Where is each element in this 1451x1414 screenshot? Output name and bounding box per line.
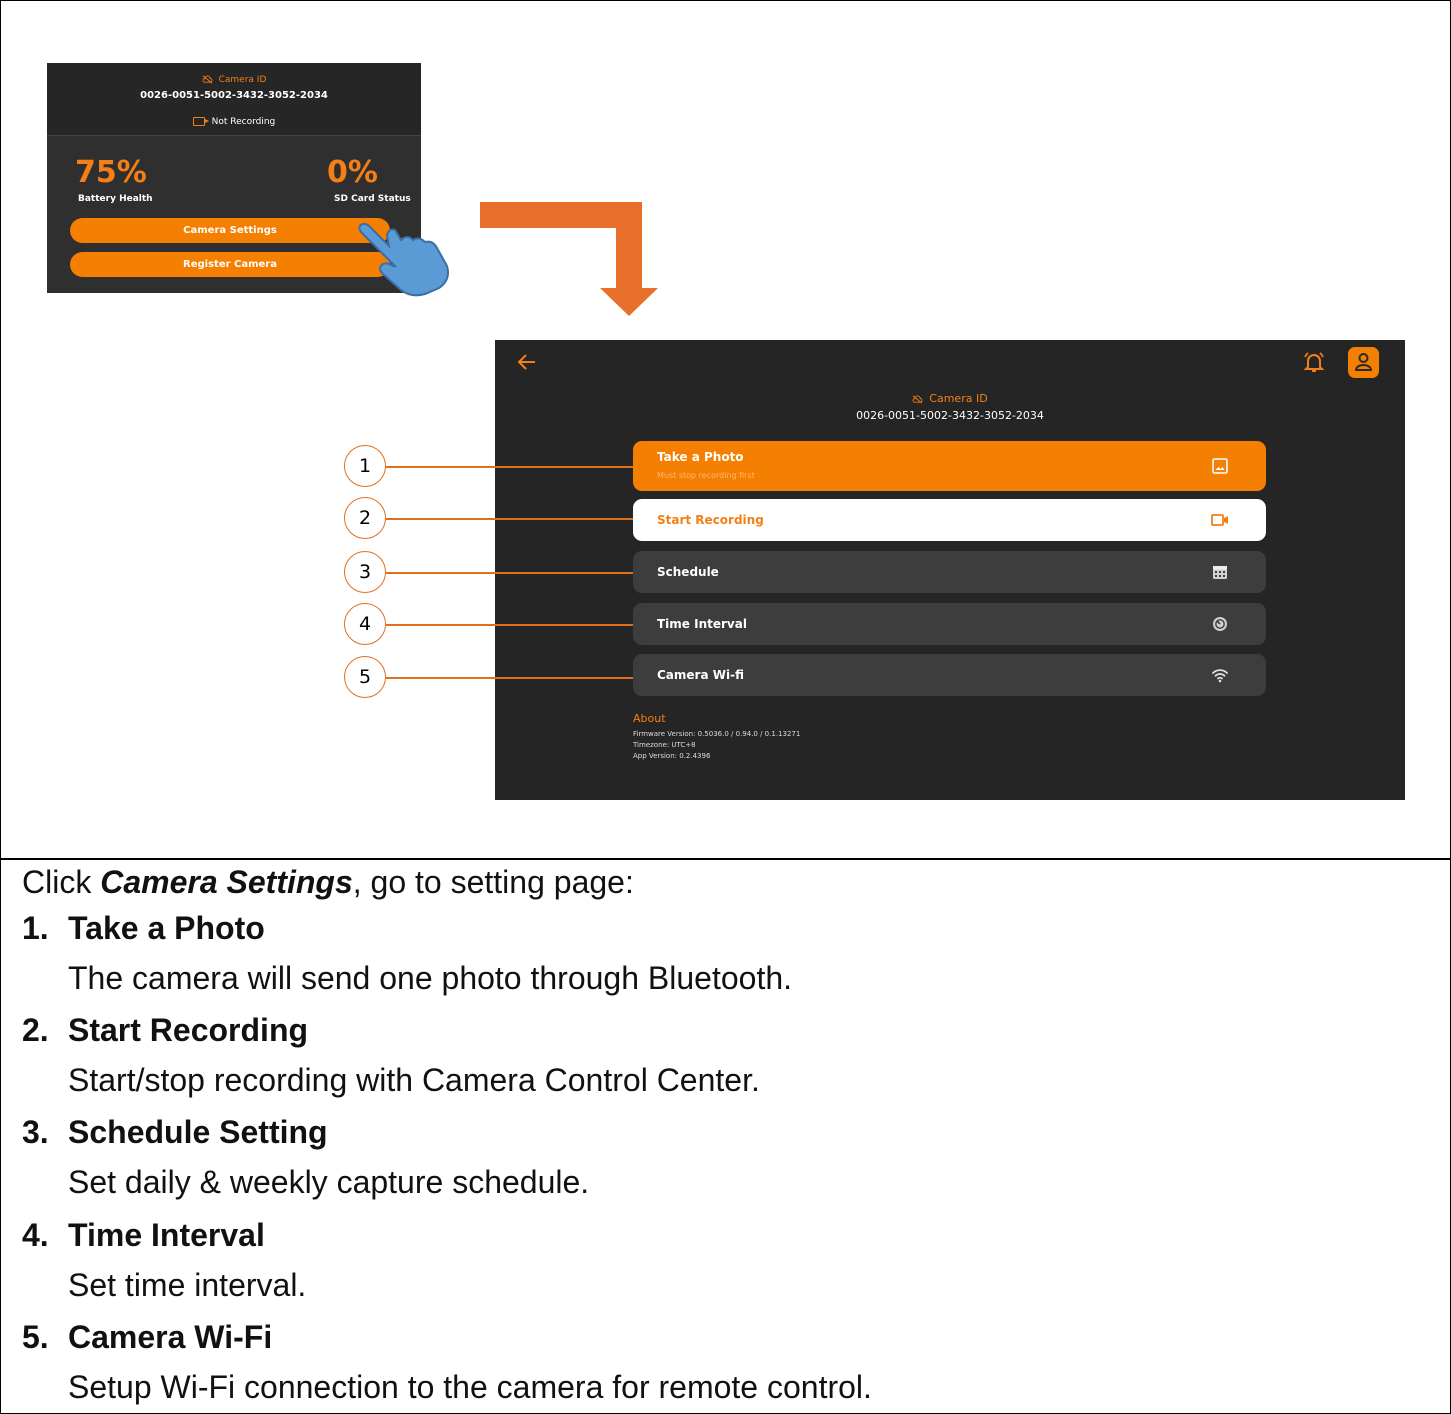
about-title: About: [633, 712, 666, 725]
intro-emphasis: Camera Settings: [100, 864, 353, 900]
schedule-button[interactable]: Schedule: [633, 551, 1266, 593]
camera-wifi-label: Camera Wi-fi: [657, 668, 744, 682]
callout-leader-line: [386, 572, 633, 574]
take-photo-button[interactable]: Take a Photo Must stop recording first: [633, 441, 1266, 491]
callout-number: 5: [344, 656, 386, 698]
down-right-arrow-graphic: [480, 202, 658, 316]
calendar-icon: [1213, 566, 1227, 579]
take-photo-hint: Must stop recording first: [657, 471, 755, 480]
table-divider: [0, 858, 1451, 860]
camera-wifi-button[interactable]: Camera Wi-fi: [633, 654, 1266, 696]
battery-label: Battery Health: [78, 194, 153, 204]
schedule-label: Schedule: [657, 565, 719, 579]
time-interval-button[interactable]: Time Interval: [633, 603, 1266, 645]
video-camera-icon: [192, 117, 209, 126]
camera-id-label: Camera ID: [47, 75, 421, 85]
callout-number: 2: [344, 497, 386, 539]
camera-id-value: 0026-0051-5002-3432-3052-2034: [856, 409, 1044, 422]
step-title: 5. Camera Wi-Fi: [22, 1319, 273, 1355]
dashboard-header: Camera ID 0026-0051-5002-3432-3052-2034 …: [47, 63, 421, 136]
app-version: App Version: 0.2.4396: [633, 752, 711, 760]
start-recording-button[interactable]: Start Recording: [633, 499, 1266, 541]
user-profile-icon[interactable]: [1348, 347, 1379, 378]
time-interval-label: Time Interval: [657, 617, 747, 631]
callout-leader-line: [386, 518, 633, 520]
step-description: Set daily & weekly capture schedule.: [68, 1164, 590, 1200]
pointing-hand-icon: [358, 222, 449, 297]
firmware-version: Firmware Version: 0.5036.0 / 0.94.0 / 0.…: [633, 730, 801, 738]
cloud-off-icon: [912, 395, 923, 403]
cloud-off-icon: [202, 75, 213, 84]
start-recording-label: Start Recording: [657, 513, 764, 527]
callout-leader-line: [386, 624, 633, 626]
video-camera-icon: [1211, 514, 1228, 526]
step-title: 1. Take a Photo: [22, 910, 265, 946]
step-description: Start/stop recording with Camera Control…: [68, 1062, 760, 1098]
bell-icon[interactable]: [1302, 350, 1326, 374]
timer-icon: [1213, 617, 1227, 631]
step-description: The camera will send one photo through B…: [68, 960, 793, 996]
back-arrow-icon[interactable]: [515, 350, 539, 374]
camera-settings-screenshot: Camera ID 0026-0051-5002-3432-3052-2034 …: [495, 340, 1405, 800]
callout-number: 1: [344, 445, 386, 487]
timezone: Timezone: UTC+8: [633, 741, 696, 749]
step-description: Set time interval.: [68, 1267, 307, 1303]
instructions-intro: Click Camera Settings, go to setting pag…: [22, 864, 634, 900]
callout-leader-line: [386, 466, 633, 468]
step-description: Setup Wi-Fi connection to the camera for…: [68, 1369, 872, 1405]
camera-id-value: 0026-0051-5002-3432-3052-2034: [140, 90, 328, 101]
wifi-icon: [1212, 669, 1228, 683]
callout-number: 4: [344, 603, 386, 645]
battery-value: 75%: [75, 155, 147, 190]
callout-number: 3: [344, 551, 386, 593]
step-title: 4. Time Interval: [22, 1217, 265, 1253]
image-icon: [1212, 458, 1228, 474]
take-photo-label: Take a Photo: [657, 450, 744, 464]
camera-settings-button[interactable]: Camera Settings: [70, 218, 390, 243]
step-title: 2. Start Recording: [22, 1012, 309, 1048]
register-camera-button[interactable]: Register Camera: [70, 252, 390, 277]
sd-card-label: SD Card Status: [334, 194, 411, 204]
sd-card-value: 0%: [327, 155, 378, 190]
recording-status: Not Recording: [47, 117, 421, 127]
step-title: 3. Schedule Setting: [22, 1114, 328, 1150]
camera-id-label: Camera ID: [495, 392, 1405, 405]
callout-leader-line: [386, 677, 633, 679]
